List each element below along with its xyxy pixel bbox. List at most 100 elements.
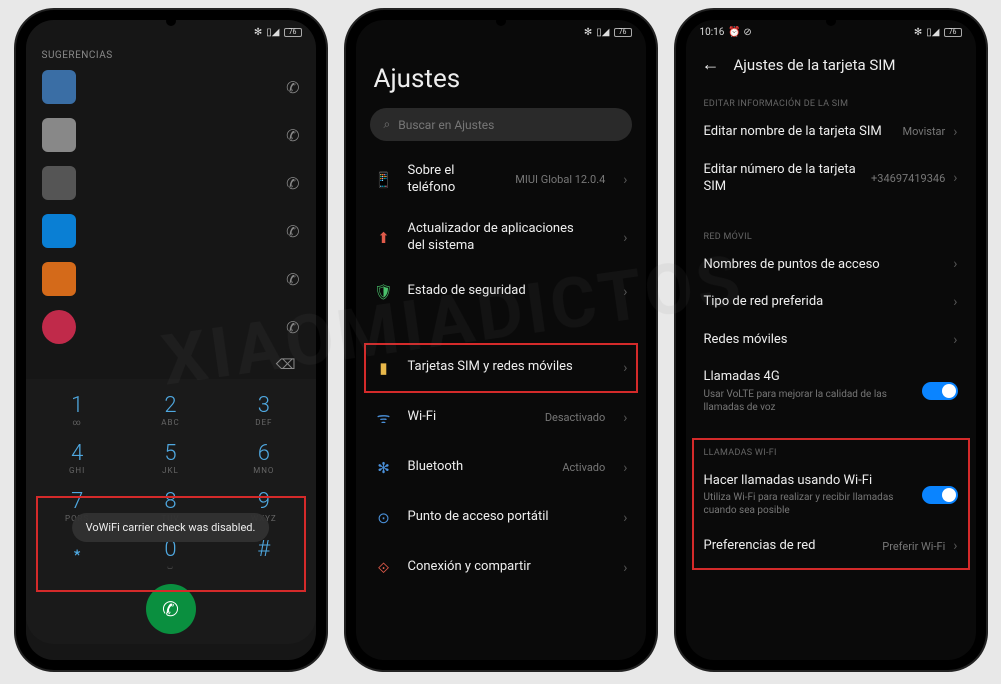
chevron-right-icon: › <box>953 294 957 310</box>
phone-icon: ✆ <box>162 597 179 621</box>
setting-label: Tarjetas SIM y redes móviles <box>408 359 592 376</box>
setting-icon: ᯤ <box>374 408 394 428</box>
contact-row[interactable]: ✆ <box>26 255 316 303</box>
search-input[interactable]: ⌕ Buscar en Ajustes <box>370 108 632 141</box>
setting-label: Estado de seguridad <box>408 283 592 300</box>
contact-row[interactable]: ✆ <box>26 63 316 111</box>
setting-label: Conexión y compartir <box>408 559 592 576</box>
contact-row[interactable]: ✆ <box>26 159 316 207</box>
dial-number: 2 <box>125 393 216 418</box>
row-sublabel: Usar VoLTE para mejorar la calidad de la… <box>704 388 912 414</box>
contact-row[interactable]: ✆ <box>26 303 316 351</box>
bluetooth-icon: ✻ <box>914 27 922 38</box>
dial-number: 7 <box>32 489 123 514</box>
setting-icon: 📱 <box>374 170 394 190</box>
chevron-right-icon: › <box>623 460 627 476</box>
chevron-right-icon: › <box>623 172 627 188</box>
contact-avatar <box>42 310 76 344</box>
toggle-wifi-calls[interactable] <box>922 486 958 504</box>
row-label: Editar nombre de la tarjeta SIM <box>704 123 882 141</box>
contact-avatar <box>42 262 76 296</box>
setting-icon: 🛡 <box>374 282 394 302</box>
setting-icon: ▮ <box>374 358 394 378</box>
signal-icon: ▯◢ <box>596 27 609 38</box>
setting-label: Sobre el teléfono <box>408 163 502 197</box>
row-label: Preferencias de red <box>704 537 816 555</box>
wifi-calls-row[interactable]: Hacer llamadas usando Wi-Fi Utiliza Wi-F… <box>686 462 976 528</box>
back-icon[interactable]: ← <box>702 54 720 75</box>
network-preferences-row[interactable]: Preferencias de red Preferir Wi-Fi › <box>686 527 976 565</box>
dial-key-5[interactable]: 5JKL <box>125 435 216 481</box>
dial-key-1[interactable]: 1∞ <box>32 387 123 433</box>
dial-key-3[interactable]: 3DEF <box>218 387 309 433</box>
dial-letters: GHI <box>32 466 123 475</box>
phone-icon[interactable]: ✆ <box>286 78 299 97</box>
apn-row[interactable]: Nombres de puntos de acceso › <box>686 246 976 284</box>
settings-row[interactable]: ⟐Conexión y compartir› <box>356 543 646 593</box>
header: ← Ajustes de la tarjeta SIM <box>686 44 976 89</box>
settings-row[interactable]: ᯤWi-FiDesactivado› <box>356 393 646 443</box>
row-label: Hacer llamadas usando Wi-Fi <box>704 472 912 490</box>
chevron-right-icon: › <box>623 560 627 576</box>
dial-number: 6 <box>218 441 309 466</box>
row-label: Llamadas 4G <box>704 368 912 386</box>
edit-sim-name-row[interactable]: Editar nombre de la tarjeta SIM Movistar… <box>686 113 976 151</box>
phone-frame-sim: 10:16 ⏰ ⊘ ✻ ▯◢ 76 ← Ajustes de la tarjet… <box>676 10 986 670</box>
bluetooth-icon: ✻ <box>584 27 592 38</box>
settings-row[interactable]: ⊙Punto de acceso portátil› <box>356 493 646 543</box>
network-type-row[interactable]: Tipo de red preferida › <box>686 283 976 321</box>
settings-row[interactable]: 🛡Estado de seguridad› <box>356 267 646 317</box>
phone-icon[interactable]: ✆ <box>286 318 299 337</box>
contact-avatar <box>42 214 76 248</box>
setting-icon: ⊙ <box>374 508 394 528</box>
phone-icon[interactable]: ✆ <box>286 270 299 289</box>
setting-value: Desactivado <box>545 411 605 424</box>
dial-number: 3 <box>218 393 309 418</box>
contact-avatar <box>42 118 76 152</box>
search-placeholder: Buscar en Ajustes <box>398 118 494 132</box>
camera-notch <box>166 16 176 26</box>
chevron-right-icon: › <box>623 360 627 376</box>
section-edit-sim: EDITAR INFORMACIÓN DE LA SIM <box>686 89 976 113</box>
signal-icon: ▯◢ <box>926 27 939 38</box>
dial-number: 9 <box>218 489 309 514</box>
phone-frame-dialer: ✻ ▯◢ 76 SUGERENCIAS ✆✆✆✆✆✆ ⌫ 1∞2ABC3DEF4… <box>16 10 326 670</box>
settings-row[interactable]: ⬆Actualizador de aplicaciones del sistem… <box>356 209 646 267</box>
dial-letters: ABC <box>125 418 216 427</box>
dial-number: 5 <box>125 441 216 466</box>
phone-icon[interactable]: ✆ <box>286 222 299 241</box>
mobile-networks-row[interactable]: Redes móviles › <box>686 321 976 359</box>
chevron-right-icon: › <box>623 230 627 246</box>
search-icon: ⌕ <box>384 117 391 132</box>
toggle-4g-calls[interactable] <box>922 382 958 400</box>
dial-key-6[interactable]: 6MNO <box>218 435 309 481</box>
section-wifi-calls: LLAMADAS WI-FI <box>686 438 976 462</box>
settings-row[interactable]: 📱Sobre el teléfonoMIUI Global 12.0.4› <box>356 151 646 209</box>
setting-icon: ⬆ <box>374 228 394 248</box>
dialer-input-row: ⌫ <box>26 351 316 379</box>
bluetooth-icon: ✻ <box>254 27 262 38</box>
dial-letters: ∞ <box>32 418 123 427</box>
setting-icon: ✻ <box>374 458 394 478</box>
setting-label: Bluetooth <box>408 459 549 476</box>
dial-letters: DEF <box>218 418 309 427</box>
contact-row[interactable]: ✆ <box>26 207 316 255</box>
call-button[interactable]: ✆ <box>146 584 196 634</box>
chevron-right-icon: › <box>953 256 957 272</box>
battery-indicator: 76 <box>284 28 302 37</box>
settings-row[interactable]: ▮ Tarjetas SIM y redes móviles › <box>356 343 646 393</box>
backspace-icon[interactable]: ⌫ <box>276 357 296 373</box>
phone-icon[interactable]: ✆ <box>286 174 299 193</box>
chevron-right-icon: › <box>953 538 957 554</box>
status-time: 10:16 <box>700 27 725 38</box>
calls-4g-row[interactable]: Llamadas 4G Usar VoLTE para mejorar la c… <box>686 358 976 424</box>
settings-row[interactable]: ✻BluetoothActivado› <box>356 443 646 493</box>
phone-icon[interactable]: ✆ <box>286 126 299 145</box>
edit-sim-number-row[interactable]: Editar número de la tarjeta SIM +3469741… <box>686 151 976 206</box>
row-value: Movistar <box>902 125 945 138</box>
page-title: Ajustes <box>356 44 646 108</box>
contact-row[interactable]: ✆ <box>26 111 316 159</box>
row-label: Redes móviles <box>704 331 788 349</box>
dial-key-2[interactable]: 2ABC <box>125 387 216 433</box>
dial-key-4[interactable]: 4GHI <box>32 435 123 481</box>
